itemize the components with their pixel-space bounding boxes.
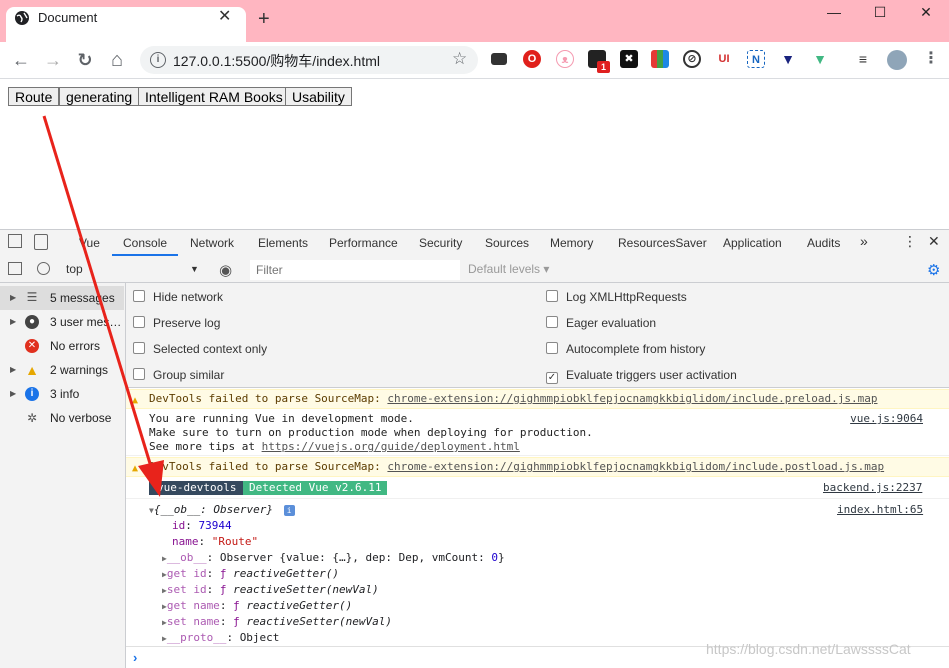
annotation-arrow [42,115,164,497]
